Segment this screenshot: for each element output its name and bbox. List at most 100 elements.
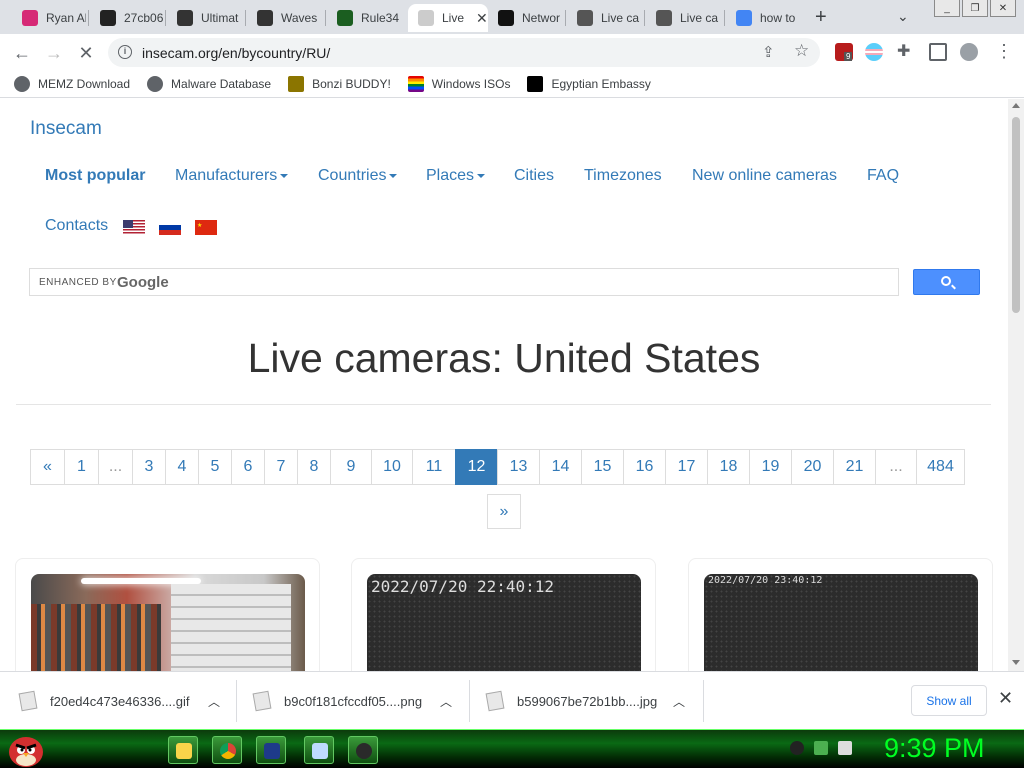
ublock-extension-icon[interactable]: 9 xyxy=(835,43,853,61)
nav-countries[interactable]: Countries xyxy=(318,167,398,185)
browser-tab[interactable]: how to xyxy=(726,4,804,32)
pagination-page[interactable]: 19 xyxy=(749,449,792,485)
chevron-up-icon[interactable]: ︿ xyxy=(208,693,220,710)
pagination-page[interactable]: 13 xyxy=(497,449,540,485)
taskbar-obs[interactable] xyxy=(348,736,378,764)
tab-title: how to xyxy=(760,11,796,25)
pagination-page[interactable]: 17 xyxy=(665,449,708,485)
camera-thumbnail[interactable] xyxy=(31,574,305,671)
nav-contacts[interactable]: Contacts xyxy=(45,217,108,235)
ru-flag-icon[interactable] xyxy=(159,220,181,235)
pagination-page[interactable]: 16 xyxy=(623,449,666,485)
minimize-button[interactable]: _ xyxy=(934,0,960,17)
pagination-page[interactable]: 14 xyxy=(539,449,582,485)
restore-button[interactable]: ❐ xyxy=(962,0,988,17)
side-panel-icon[interactable] xyxy=(929,43,947,61)
browser-tab[interactable]: Live ca xyxy=(646,4,724,32)
browser-tab[interactable]: Live ca xyxy=(567,4,645,32)
site-info-icon[interactable]: i xyxy=(118,45,132,59)
chevron-up-icon[interactable]: ︿ xyxy=(440,693,452,710)
browser-tab[interactable]: Ultimat xyxy=(167,4,245,32)
tray-chevron-icon[interactable] xyxy=(790,741,804,755)
browser-tab[interactable]: Ryan Al xyxy=(12,4,90,32)
pagination-page[interactable]: 9 xyxy=(330,449,372,485)
pagination-page[interactable]: 1 xyxy=(64,449,99,485)
pagination-page[interactable]: 8 xyxy=(297,449,331,485)
download-item[interactable]: b599067be72b1bb....jpg ︿ xyxy=(485,672,685,730)
taskbar-clock[interactable]: 9:39 PM xyxy=(884,733,985,764)
bookmark-item[interactable]: Bonzi BUDDY! xyxy=(288,76,391,92)
browser-tab[interactable]: Rule34 xyxy=(327,4,405,32)
tab-search-chevron-icon[interactable]: ⌄ xyxy=(897,8,909,25)
stop-loading-button[interactable]: ✕ xyxy=(74,41,98,65)
nav-cities[interactable]: Cities xyxy=(514,167,554,185)
pagination-page[interactable]: 4 xyxy=(165,449,199,485)
cn-flag-icon[interactable]: ★ xyxy=(195,220,217,235)
new-tab-button[interactable]: + xyxy=(815,6,827,29)
nav-most-popular[interactable]: Most popular xyxy=(45,167,145,185)
pagination-page[interactable]: 12 xyxy=(455,449,498,485)
bookmark-item[interactable]: Windows ISOs xyxy=(407,76,510,92)
back-button[interactable]: ← xyxy=(10,41,34,65)
nav-faq[interactable]: FAQ xyxy=(867,167,899,185)
taskbar-chrome[interactable] xyxy=(212,736,242,764)
scroll-thumb[interactable] xyxy=(1012,117,1020,313)
share-icon[interactable]: ⇪ xyxy=(762,43,775,61)
google-logo: Google xyxy=(117,274,169,291)
url-text[interactable]: insecam.org/en/bycountry/RU/ xyxy=(142,45,330,61)
browser-tab[interactable]: Waves xyxy=(247,4,325,32)
bookmark-item[interactable]: Egyptian Embassy xyxy=(527,76,651,92)
pagination-page[interactable]: 21 xyxy=(833,449,876,485)
forward-button[interactable]: → xyxy=(42,41,66,65)
us-flag-icon[interactable] xyxy=(123,220,145,235)
pagination-page[interactable]: 18 xyxy=(707,449,750,485)
browser-tab[interactable]: Networ xyxy=(488,4,566,32)
pagination-page[interactable]: 11 xyxy=(412,449,456,485)
pagination-page[interactable]: 6 xyxy=(231,449,265,485)
taskbar-app[interactable] xyxy=(256,736,286,764)
nav-places[interactable]: Places xyxy=(426,167,486,185)
pagination-page[interactable]: 10 xyxy=(371,449,413,485)
pagination-prev[interactable]: « xyxy=(30,449,65,485)
address-bar[interactable]: i insecam.org/en/bycountry/RU/ ⇪ ☆ xyxy=(108,38,820,67)
show-all-downloads-button[interactable]: Show all xyxy=(911,685,987,716)
scroll-up-icon[interactable] xyxy=(1012,103,1020,108)
volume-icon[interactable] xyxy=(838,741,852,755)
camera-thumbnail[interactable]: 2022/07/20 22:40:12 xyxy=(367,574,641,671)
pagination-page[interactable]: 15 xyxy=(581,449,624,485)
search-input[interactable]: ENHANCED BY Google xyxy=(29,268,899,296)
profile-avatar-icon[interactable] xyxy=(960,43,978,61)
close-window-button[interactable]: ✕ xyxy=(990,0,1016,17)
extensions-puzzle-icon[interactable]: ✚ xyxy=(897,43,915,61)
pagination-next[interactable]: » xyxy=(487,494,521,529)
scroll-down-icon[interactable] xyxy=(1012,660,1020,665)
bookmark-item[interactable]: Malware Database xyxy=(147,76,271,92)
taskbar-explorer[interactable] xyxy=(168,736,198,764)
pagination-page[interactable]: 3 xyxy=(132,449,166,485)
browser-menu-icon[interactable]: ⋮ xyxy=(995,41,1013,62)
pagination-page[interactable]: 5 xyxy=(198,449,232,485)
start-button-angry-bird-icon[interactable] xyxy=(6,728,46,768)
browser-tab[interactable]: 27cb06 xyxy=(90,4,168,32)
nav-timezones[interactable]: Timezones xyxy=(584,167,662,185)
flag-extension-icon[interactable] xyxy=(865,43,883,61)
download-item[interactable]: b9c0f181cfccdf05....png ︿ xyxy=(252,672,452,730)
close-tab-icon[interactable]: ✕ xyxy=(476,10,488,27)
site-brand-link[interactable]: Insecam xyxy=(30,118,102,140)
taskbar-notepad[interactable] xyxy=(304,736,334,764)
chevron-up-icon[interactable]: ︿ xyxy=(673,693,685,710)
battery-icon[interactable] xyxy=(814,741,828,755)
search-button[interactable] xyxy=(913,269,980,295)
pagination-page[interactable]: 7 xyxy=(264,449,298,485)
pagination-page[interactable]: 484 xyxy=(916,449,965,485)
nav-manufacturers[interactable]: Manufacturers xyxy=(175,167,289,185)
download-item[interactable]: f20ed4c473e46336....gif ︿ xyxy=(18,672,220,730)
nav-new-online-cameras[interactable]: New online cameras xyxy=(692,167,837,185)
browser-tab[interactable]: Live ✕ xyxy=(408,4,488,32)
bookmark-item[interactable]: MEMZ Download xyxy=(14,76,130,92)
pagination-page[interactable]: 20 xyxy=(791,449,834,485)
page-scrollbar[interactable] xyxy=(1008,99,1024,671)
close-downloads-icon[interactable]: ✕ xyxy=(998,688,1013,709)
camera-thumbnail[interactable]: 2022/07/20 23:40:12 xyxy=(704,574,978,671)
bookmark-star-icon[interactable]: ☆ xyxy=(794,41,809,61)
